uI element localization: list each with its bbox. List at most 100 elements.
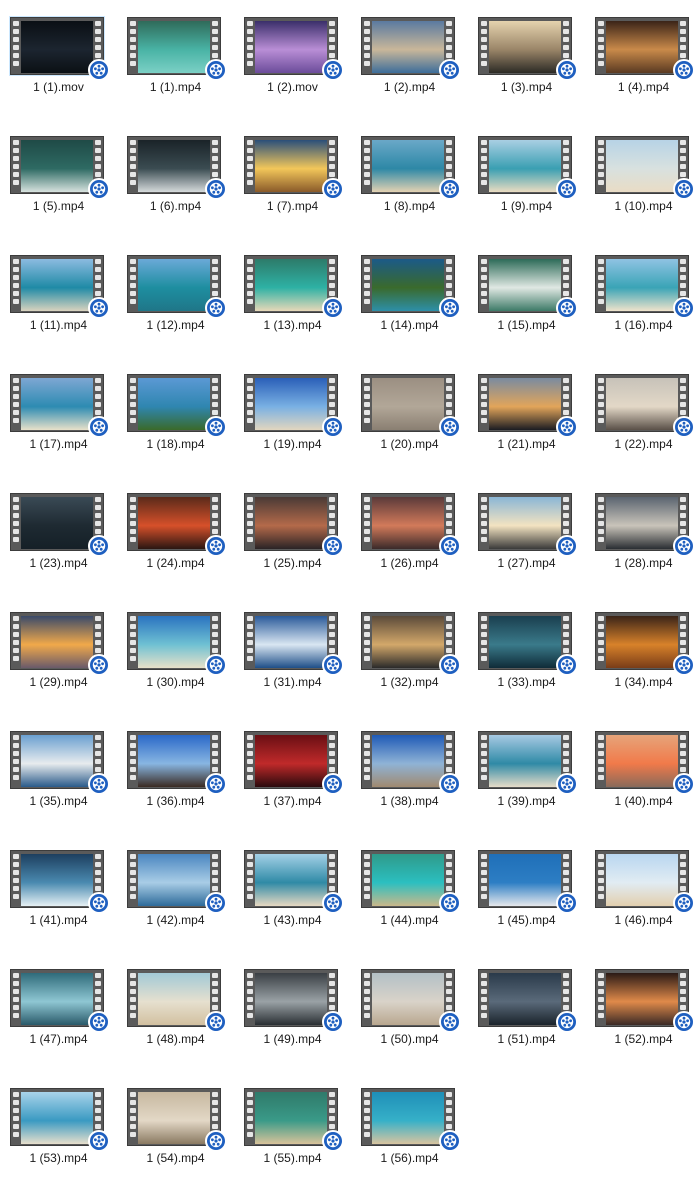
video-thumbnail — [478, 17, 578, 81]
file-item[interactable]: 1 (50).mp4 — [351, 952, 468, 1052]
file-item[interactable]: 1 (28).mp4 — [585, 476, 700, 576]
file-item[interactable]: 1 (21).mp4 — [468, 357, 585, 457]
file-name-label: 1 (22).mp4 — [614, 437, 673, 451]
thumbnail-image — [138, 21, 210, 73]
file-item[interactable]: 1 (19).mp4 — [234, 357, 351, 457]
file-item[interactable]: 1 (47).mp4 — [0, 952, 117, 1052]
file-item[interactable]: 1 (36).mp4 — [117, 714, 234, 814]
file-item[interactable]: 1 (17).mp4 — [0, 357, 117, 457]
file-item[interactable]: 1 (11).mp4 — [0, 238, 117, 338]
file-item[interactable]: 1 (22).mp4 — [585, 357, 700, 457]
file-item[interactable]: 1 (33).mp4 — [468, 595, 585, 695]
file-item[interactable]: 1 (40).mp4 — [585, 714, 700, 814]
film-perforations — [130, 973, 136, 1025]
file-item[interactable]: 1 (38).mp4 — [351, 714, 468, 814]
file-item[interactable]: 1 (18).mp4 — [117, 357, 234, 457]
media-player-reel-icon — [88, 654, 110, 676]
file-item[interactable]: 1 (2).mov — [234, 0, 351, 100]
file-item[interactable]: 1 (1).mp4 — [117, 0, 234, 100]
file-item[interactable]: 1 (37).mp4 — [234, 714, 351, 814]
file-item[interactable]: 1 (52).mp4 — [585, 952, 700, 1052]
file-item[interactable]: 1 (49).mp4 — [234, 952, 351, 1052]
file-name-label: 1 (25).mp4 — [263, 556, 322, 570]
file-item[interactable]: 1 (27).mp4 — [468, 476, 585, 576]
file-item[interactable]: 1 (30).mp4 — [117, 595, 234, 695]
file-item[interactable]: 1 (2).mp4 — [351, 0, 468, 100]
file-item[interactable]: 1 (23).mp4 — [0, 476, 117, 576]
file-item[interactable]: 1 (15).mp4 — [468, 238, 585, 338]
film-perforations — [130, 259, 136, 311]
file-item[interactable]: 1 (32).mp4 — [351, 595, 468, 695]
video-thumbnail — [244, 493, 344, 557]
thumbnail-image — [372, 854, 444, 906]
file-item[interactable]: 1 (55).mp4 — [234, 1071, 351, 1171]
film-perforations — [598, 616, 604, 668]
file-item[interactable]: 1 (1).mov — [0, 0, 117, 100]
film-perforations — [13, 973, 19, 1025]
file-name-label: 1 (55).mp4 — [263, 1151, 322, 1165]
file-item[interactable]: 1 (8).mp4 — [351, 119, 468, 219]
file-name-label: 1 (2).mov — [267, 80, 318, 94]
media-player-reel-icon — [88, 178, 110, 200]
video-thumbnail — [361, 1088, 461, 1152]
video-thumbnail — [595, 612, 695, 676]
file-item[interactable]: 1 (53).mp4 — [0, 1071, 117, 1171]
file-name-label: 1 (18).mp4 — [146, 437, 205, 451]
file-item[interactable]: 1 (42).mp4 — [117, 833, 234, 933]
video-thumbnail — [244, 17, 344, 81]
media-player-reel-icon — [673, 535, 695, 557]
media-player-reel-icon — [673, 297, 695, 319]
file-name-label: 1 (32).mp4 — [380, 675, 439, 689]
file-item[interactable]: 1 (16).mp4 — [585, 238, 700, 338]
file-item[interactable]: 1 (5).mp4 — [0, 119, 117, 219]
film-perforations — [364, 497, 370, 549]
film-perforations — [247, 973, 253, 1025]
film-perforations — [598, 854, 604, 906]
file-item[interactable]: 1 (7).mp4 — [234, 119, 351, 219]
file-item[interactable]: 1 (46).mp4 — [585, 833, 700, 933]
file-item[interactable]: 1 (26).mp4 — [351, 476, 468, 576]
file-name-label: 1 (54).mp4 — [146, 1151, 205, 1165]
video-thumbnail — [244, 731, 344, 795]
film-perforations — [247, 735, 253, 787]
file-name-label: 1 (46).mp4 — [614, 913, 673, 927]
video-thumbnail — [595, 493, 695, 557]
file-item[interactable]: 1 (20).mp4 — [351, 357, 468, 457]
file-item[interactable]: 1 (43).mp4 — [234, 833, 351, 933]
file-item[interactable]: 1 (41).mp4 — [0, 833, 117, 933]
file-item[interactable]: 1 (56).mp4 — [351, 1071, 468, 1171]
file-item[interactable]: 1 (51).mp4 — [468, 952, 585, 1052]
media-player-reel-icon — [205, 297, 227, 319]
thumbnail-image — [21, 854, 93, 906]
file-item[interactable]: 1 (34).mp4 — [585, 595, 700, 695]
file-item[interactable]: 1 (54).mp4 — [117, 1071, 234, 1171]
file-item[interactable]: 1 (44).mp4 — [351, 833, 468, 933]
file-item[interactable]: 1 (4).mp4 — [585, 0, 700, 100]
file-item[interactable]: 1 (29).mp4 — [0, 595, 117, 695]
file-item[interactable]: 1 (13).mp4 — [234, 238, 351, 338]
video-thumbnail — [595, 136, 695, 200]
thumbnail-image — [606, 21, 678, 73]
file-item[interactable]: 1 (24).mp4 — [117, 476, 234, 576]
file-item[interactable]: 1 (48).mp4 — [117, 952, 234, 1052]
file-item[interactable]: 1 (12).mp4 — [117, 238, 234, 338]
file-item[interactable]: 1 (39).mp4 — [468, 714, 585, 814]
file-item[interactable]: 1 (3).mp4 — [468, 0, 585, 100]
file-item[interactable]: 1 (9).mp4 — [468, 119, 585, 219]
file-name-label: 1 (45).mp4 — [497, 913, 556, 927]
film-perforations — [130, 1092, 136, 1144]
file-grid: 1 (1).mov 1 (1).mp4 1 (2).mov 1 (2).mp4 1 (3… — [0, 0, 700, 1186]
thumbnail-image — [21, 497, 93, 549]
file-item[interactable]: 1 (14).mp4 — [351, 238, 468, 338]
file-item[interactable]: 1 (10).mp4 — [585, 119, 700, 219]
thumbnail-image — [21, 1092, 93, 1144]
file-item[interactable]: 1 (6).mp4 — [117, 119, 234, 219]
file-item[interactable]: 1 (35).mp4 — [0, 714, 117, 814]
file-item[interactable]: 1 (25).mp4 — [234, 476, 351, 576]
file-name-label: 1 (13).mp4 — [263, 318, 322, 332]
film-perforations — [364, 259, 370, 311]
media-player-reel-icon — [673, 416, 695, 438]
file-item[interactable]: 1 (31).mp4 — [234, 595, 351, 695]
film-perforations — [598, 21, 604, 73]
file-item[interactable]: 1 (45).mp4 — [468, 833, 585, 933]
